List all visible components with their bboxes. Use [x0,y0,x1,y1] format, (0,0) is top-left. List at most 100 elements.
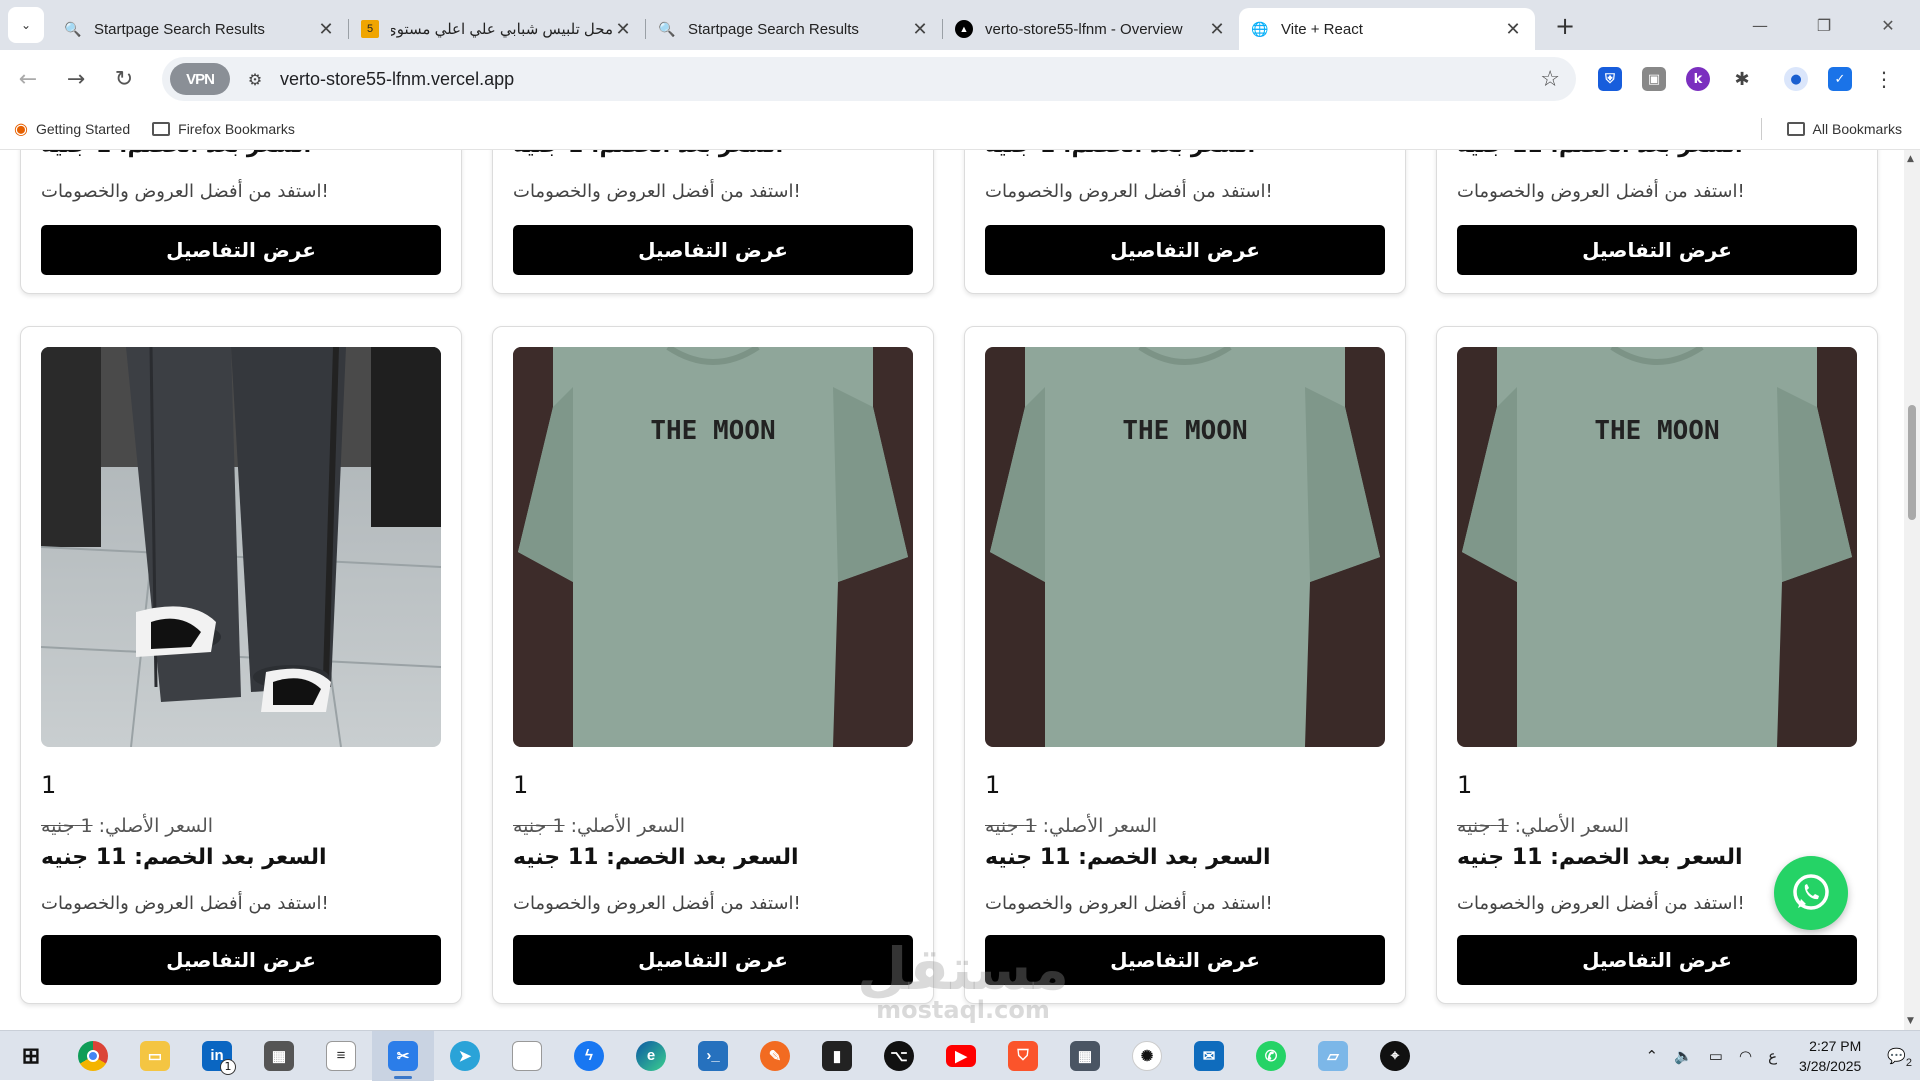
close-icon[interactable]: ✕ [316,19,336,40]
account-icon[interactable]: ● [1774,59,1818,99]
product-image[interactable]: THE MOON [1457,347,1857,747]
product-card: 1 السعر الأصلي: 1 جنيه السعر بعد الخصم: … [20,326,462,1004]
messenger-icon[interactable]: ϟ [558,1031,620,1081]
details-button[interactable]: عرض التفاصيل [985,225,1385,275]
details-button[interactable]: عرض التفاصيل [1457,935,1857,985]
details-button[interactable]: عرض التفاصيل [41,225,441,275]
powershell-icon[interactable]: ›_ [682,1031,744,1081]
browser-toolbar: ← → ↻ VPN ⚙ verto-store55-lfnm.vercel.ap… [0,50,1920,108]
svg-text:THE MOON: THE MOON [650,416,775,446]
product-image[interactable] [41,347,441,747]
bookmark-getting-started[interactable]: ◉ Getting Started [14,119,130,139]
profile-card-icon[interactable]: ▣ [1632,59,1676,99]
terminal-icon[interactable]: ▮ [806,1031,868,1081]
tab-startpage-1[interactable]: 🔍 Startpage Search Results ✕ [52,8,348,50]
url-text[interactable]: verto-store55-lfnm.vercel.app [280,69,514,90]
bitwarden-icon[interactable]: ⛨ [1588,59,1632,99]
telegram-icon[interactable]: ➤ [434,1031,496,1081]
extensions-puzzle-icon[interactable]: ✱ [1720,59,1764,99]
chrome-icon[interactable] [62,1031,124,1081]
bookmark-label: Firefox Bookmarks [178,120,295,137]
tab-vercel[interactable]: ▲ verto-store55-lfnm - Overview ✕ [943,8,1239,50]
discount-price: السعر بعد الخصم: 11 جنيه [1457,150,1857,158]
wifi-icon[interactable]: ◠ [1739,1047,1752,1065]
snipping-tool-icon[interactable]: ✂ [372,1030,434,1081]
shield-check-icon[interactable]: ✓ [1818,59,1862,99]
close-icon[interactable]: ✕ [910,19,930,40]
product-name: 1 [41,771,57,799]
promo-text: استفد من أفضل العروض والخصومات! [1457,893,1745,914]
details-button[interactable]: عرض التفاصيل [1457,225,1857,275]
pencil-app-icon[interactable]: ✎ [744,1031,806,1081]
all-bookmarks-label: All Bookmarks [1812,120,1902,137]
the-moon-tshirt-photo: THE MOON [513,347,913,747]
discount-price: السعر بعد الخصم: 1 جنيه [513,150,913,158]
volume-icon[interactable]: 🔈 [1674,1047,1693,1065]
chatgpt-icon[interactable]: ✺ [1116,1031,1178,1081]
store-icon[interactable]: ▦ [248,1031,310,1081]
k-extension-icon[interactable]: k [1676,59,1720,99]
reload-icon[interactable]: ↻ [104,59,144,99]
product-image[interactable]: THE MOON [513,347,913,747]
product-image[interactable]: THE MOON [985,347,1385,747]
file-explorer-icon[interactable]: ▭ [124,1031,186,1081]
maps-icon[interactable]: ⌖ [1364,1031,1426,1081]
tab-title: Vite + React [1281,20,1363,38]
promo-text: استفد من أفضل العروض والخصومات! [985,893,1273,914]
notifications-count: 2 [1905,1057,1912,1069]
scroll-up-icon[interactable]: ▲ [1907,154,1914,164]
close-icon[interactable]: ✕ [613,19,633,40]
chevron-up-icon[interactable]: ⌃ [1646,1047,1659,1065]
folder-icon [1786,121,1805,136]
site-info-icon[interactable]: ⚙ [240,70,270,89]
mail-icon[interactable]: ✉ [1178,1031,1240,1081]
close-icon[interactable]: ✕ [1207,19,1227,40]
start-icon[interactable]: ⊞ [0,1031,62,1081]
battery-icon[interactable]: ▭ [1709,1047,1723,1065]
calculator-icon[interactable]: ▦ [1054,1031,1116,1081]
product-name: 1 [985,771,1001,799]
product-name: 1 [1457,771,1473,799]
edge-icon[interactable]: e [620,1031,682,1081]
scroll-down-icon[interactable]: ▼ [1907,1016,1914,1026]
bookmark-star-icon[interactable]: ☆ [1540,67,1560,92]
notifications-icon[interactable]: 💬 2 [1887,1047,1912,1069]
tab-vite-react[interactable]: 🌐 Vite + React ✕ [1239,8,1535,50]
menu-dots-icon[interactable]: ⋮ [1862,59,1906,99]
address-bar[interactable]: VPN ⚙ verto-store55-lfnm.vercel.app ☆ [162,57,1576,101]
linkedin-icon[interactable]: in 1 [186,1031,248,1081]
forward-icon[interactable]: → [56,59,96,99]
bookmark-firefox-bookmarks[interactable]: Firefox Bookmarks [152,121,295,137]
scroll-thumb[interactable] [1908,405,1916,520]
whatsapp-float-button[interactable] [1774,856,1848,930]
minimize-icon[interactable]: — [1728,0,1792,50]
all-bookmarks-button[interactable]: All Bookmarks [1786,120,1902,137]
page-scrollbar[interactable]: ▲ ▼ [1904,150,1920,1030]
discount-price: السعر بعد الخصم: 11 جنيه [985,845,1271,870]
brave-icon[interactable]: ⛉ [992,1031,1054,1081]
vpn-badge[interactable]: VPN [170,63,230,95]
youtube-icon[interactable]: ▶ [930,1031,992,1081]
clock[interactable]: 2:27 PM 3/28/2025 [1799,1036,1861,1076]
language-indicator[interactable]: ع [1768,1047,1777,1065]
tab-startpage-2[interactable]: 🔍 Startpage Search Results ✕ [646,8,942,50]
bookmarks-bar: ◉ Getting Started Firefox Bookmarks All … [0,108,1920,150]
jeans-sneakers-photo [41,347,441,747]
details-button[interactable]: عرض التفاصيل [513,225,913,275]
back-icon[interactable]: ← [8,59,48,99]
github-icon[interactable]: ⌥ [868,1031,930,1081]
tab-search-button[interactable]: ⌄ [8,7,44,43]
restore-icon[interactable]: ❐ [1792,0,1856,50]
notepad-icon[interactable]: ≡ [310,1031,372,1081]
notes-icon[interactable]: ▱ [1302,1031,1364,1081]
linkedin-badge: 1 [220,1058,236,1075]
file-icon[interactable] [496,1031,558,1081]
new-tab-button[interactable]: + [1547,8,1583,44]
close-icon[interactable]: ✕ [1503,19,1523,40]
details-button[interactable]: عرض التفاصيل [41,935,441,985]
close-window-icon[interactable]: ✕ [1856,0,1920,50]
tab-mostaql[interactable]: 5 محل تلبيس شبابي علي اعلي مستوى ✕ [349,8,645,50]
whatsapp-taskbar-icon[interactable]: ✆ [1240,1031,1302,1081]
promo-text: استفد من أفضل العروض والخصومات! [513,181,801,202]
clock-date: 3/28/2025 [1799,1058,1862,1074]
